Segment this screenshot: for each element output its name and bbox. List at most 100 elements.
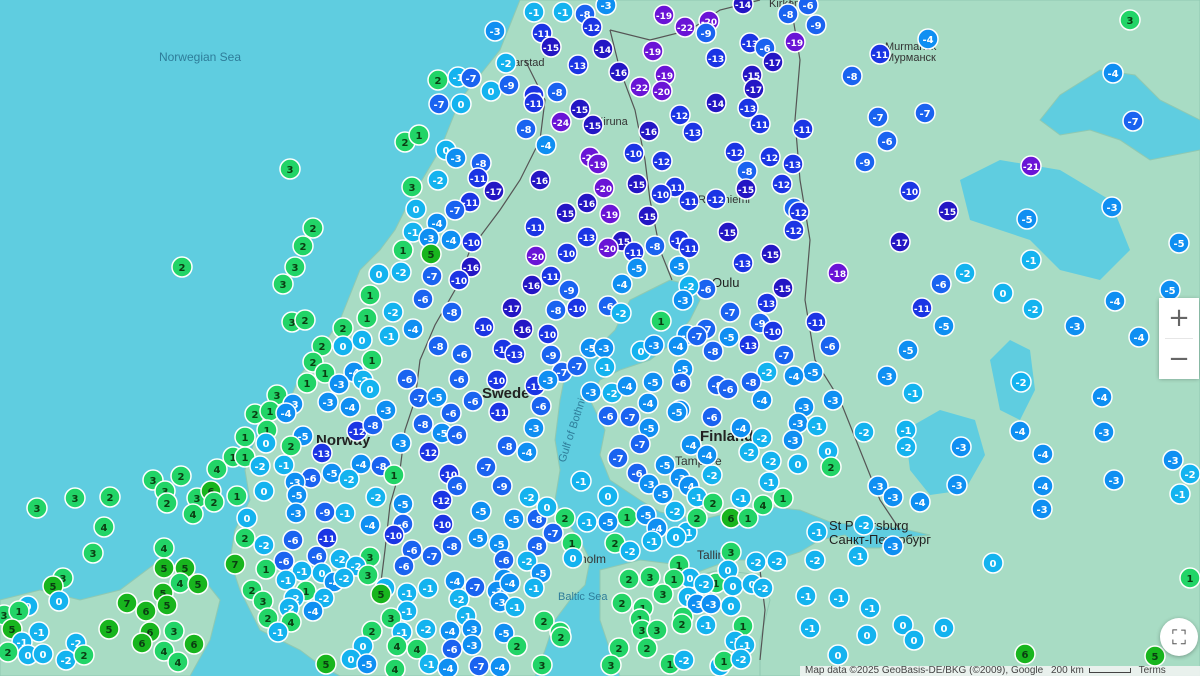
temperature-marker[interactable]: 0	[597, 485, 619, 507]
temperature-marker[interactable]: -4	[667, 335, 689, 357]
temperature-marker[interactable]: -6	[396, 368, 418, 390]
temperature-marker[interactable]: -19	[599, 203, 621, 225]
temperature-marker[interactable]: -8	[427, 335, 449, 357]
temperature-marker[interactable]: 0	[665, 526, 687, 548]
temperature-marker[interactable]: -15	[717, 221, 739, 243]
temperature-marker[interactable]: -5	[1016, 208, 1038, 230]
temperature-marker[interactable]: 0	[236, 507, 258, 529]
temperature-marker[interactable]: -1	[523, 577, 545, 599]
temperature-marker[interactable]: 4	[93, 516, 115, 538]
temperature-marker[interactable]: -16	[529, 169, 551, 191]
temperature-marker[interactable]: -12	[651, 150, 673, 172]
temperature-marker[interactable]: -4	[275, 402, 297, 424]
temperature-marker[interactable]: -9	[498, 74, 520, 96]
temperature-marker[interactable]: -1	[552, 1, 574, 23]
temperature-marker[interactable]: -5	[597, 511, 619, 533]
temperature-marker[interactable]: -3	[580, 381, 602, 403]
temperature-marker[interactable]: -8	[644, 235, 666, 257]
temperature-marker[interactable]: 3	[639, 566, 661, 588]
temperature-marker[interactable]: -6	[441, 638, 463, 660]
temperature-marker[interactable]: -4	[783, 365, 805, 387]
temperature-marker[interactable]: -3	[390, 432, 412, 454]
temperature-marker[interactable]: -6	[819, 335, 841, 357]
temperature-marker[interactable]: -3	[876, 365, 898, 387]
temperature-marker[interactable]: -2	[610, 302, 632, 324]
temperature-marker[interactable]: -4	[1102, 62, 1124, 84]
temperature-marker[interactable]: -10	[623, 142, 645, 164]
temperature-marker[interactable]: -10	[566, 297, 588, 319]
temperature-marker[interactable]: -16	[576, 192, 598, 214]
temperature-marker[interactable]: -15	[582, 114, 604, 136]
temperature-marker[interactable]: -7	[914, 102, 936, 124]
temperature-marker[interactable]: -3	[595, 0, 617, 16]
temperature-marker[interactable]: -15	[637, 205, 659, 227]
temperature-marker[interactable]: -9	[854, 151, 876, 173]
temperature-marker[interactable]: 1	[616, 506, 638, 528]
temperature-marker[interactable]: -2	[518, 486, 540, 508]
temperature-marker[interactable]: -8	[736, 160, 758, 182]
temperature-marker[interactable]: 0	[351, 329, 373, 351]
temperature-marker[interactable]: -3	[1031, 498, 1053, 520]
temperature-marker[interactable]: 2	[506, 635, 528, 657]
temperature-marker[interactable]: -6	[670, 372, 692, 394]
temperature-marker[interactable]: -3	[1064, 315, 1086, 337]
temperature-marker[interactable]: -5	[668, 255, 690, 277]
temperature-marker[interactable]: 7	[116, 592, 138, 614]
temperature-marker[interactable]: -2	[1010, 371, 1032, 393]
temperature-marker[interactable]: -9	[695, 22, 717, 44]
fullscreen-button[interactable]: ⛶	[1160, 618, 1198, 656]
map-canvas[interactable]: Norwegian Sea Kirkenes Murmansk Мурманск…	[0, 0, 1200, 676]
terms-link[interactable]: Terms	[1139, 666, 1166, 676]
temperature-marker[interactable]: -5	[642, 371, 664, 393]
temperature-marker[interactable]: -15	[760, 243, 782, 265]
temperature-marker[interactable]: -19	[784, 31, 806, 53]
temperature-marker[interactable]: -17	[743, 78, 765, 100]
temperature-marker[interactable]: -1	[799, 617, 821, 639]
temperature-marker[interactable]: -13	[738, 334, 760, 356]
temperature-marker[interactable]: -2	[1179, 463, 1200, 485]
temperature-marker[interactable]: -7	[444, 199, 466, 221]
temperature-marker[interactable]: -8	[441, 535, 463, 557]
temperature-marker[interactable]: -18	[827, 262, 849, 284]
temperature-marker[interactable]: 0	[992, 282, 1014, 304]
temperature-marker[interactable]: -5	[503, 508, 525, 530]
temperature-marker[interactable]: -8	[362, 414, 384, 436]
temperature-marker[interactable]: 0	[255, 432, 277, 454]
temperature-marker[interactable]: -2	[55, 649, 77, 671]
temperature-marker[interactable]: -11	[467, 167, 489, 189]
temperature-marker[interactable]: 0	[480, 80, 502, 102]
temperature-marker[interactable]: -12	[724, 141, 746, 163]
temperature-marker[interactable]: 3	[26, 497, 48, 519]
temperature-marker[interactable]: -5	[392, 493, 414, 515]
temperature-marker[interactable]: -17	[483, 180, 505, 202]
temperature-marker[interactable]: -1	[828, 587, 850, 609]
temperature-marker[interactable]: -14	[732, 0, 754, 15]
temperature-marker[interactable]: -6	[412, 288, 434, 310]
temperature-marker[interactable]: -2	[895, 436, 917, 458]
temperature-marker[interactable]: 4	[153, 537, 175, 559]
temperature-marker[interactable]: -12	[783, 219, 805, 241]
temperature-marker[interactable]: 0	[536, 496, 558, 518]
temperature-marker[interactable]: 3	[401, 176, 423, 198]
temperature-marker[interactable]: -2	[1022, 298, 1044, 320]
temperature-marker[interactable]: -16	[521, 274, 543, 296]
temperature-marker[interactable]: -6	[462, 390, 484, 412]
temperature-marker[interactable]: -11	[316, 527, 338, 549]
temperature-marker[interactable]: -9	[314, 501, 336, 523]
temperature-marker[interactable]: 6	[1014, 643, 1036, 665]
temperature-marker[interactable]: 0	[787, 453, 809, 475]
temperature-marker[interactable]: -1	[523, 1, 545, 23]
temperature-marker[interactable]: 3	[646, 619, 668, 641]
temperature-marker[interactable]: -7	[460, 67, 482, 89]
temperature-marker[interactable]: -7	[468, 655, 490, 676]
temperature-marker[interactable]: -15	[937, 200, 959, 222]
temperature-marker[interactable]: -22	[629, 76, 651, 98]
temperature-marker[interactable]: 2	[73, 644, 95, 666]
temperature-marker[interactable]: -19	[587, 153, 609, 175]
temperature-marker[interactable]: -2	[752, 577, 774, 599]
temperature-marker[interactable]: 3	[284, 256, 306, 278]
temperature-marker[interactable]: 5	[156, 594, 178, 616]
temperature-marker[interactable]: -5	[1168, 232, 1190, 254]
temperature-marker[interactable]: -7	[619, 406, 641, 428]
temperature-marker[interactable]: -2	[730, 648, 752, 670]
